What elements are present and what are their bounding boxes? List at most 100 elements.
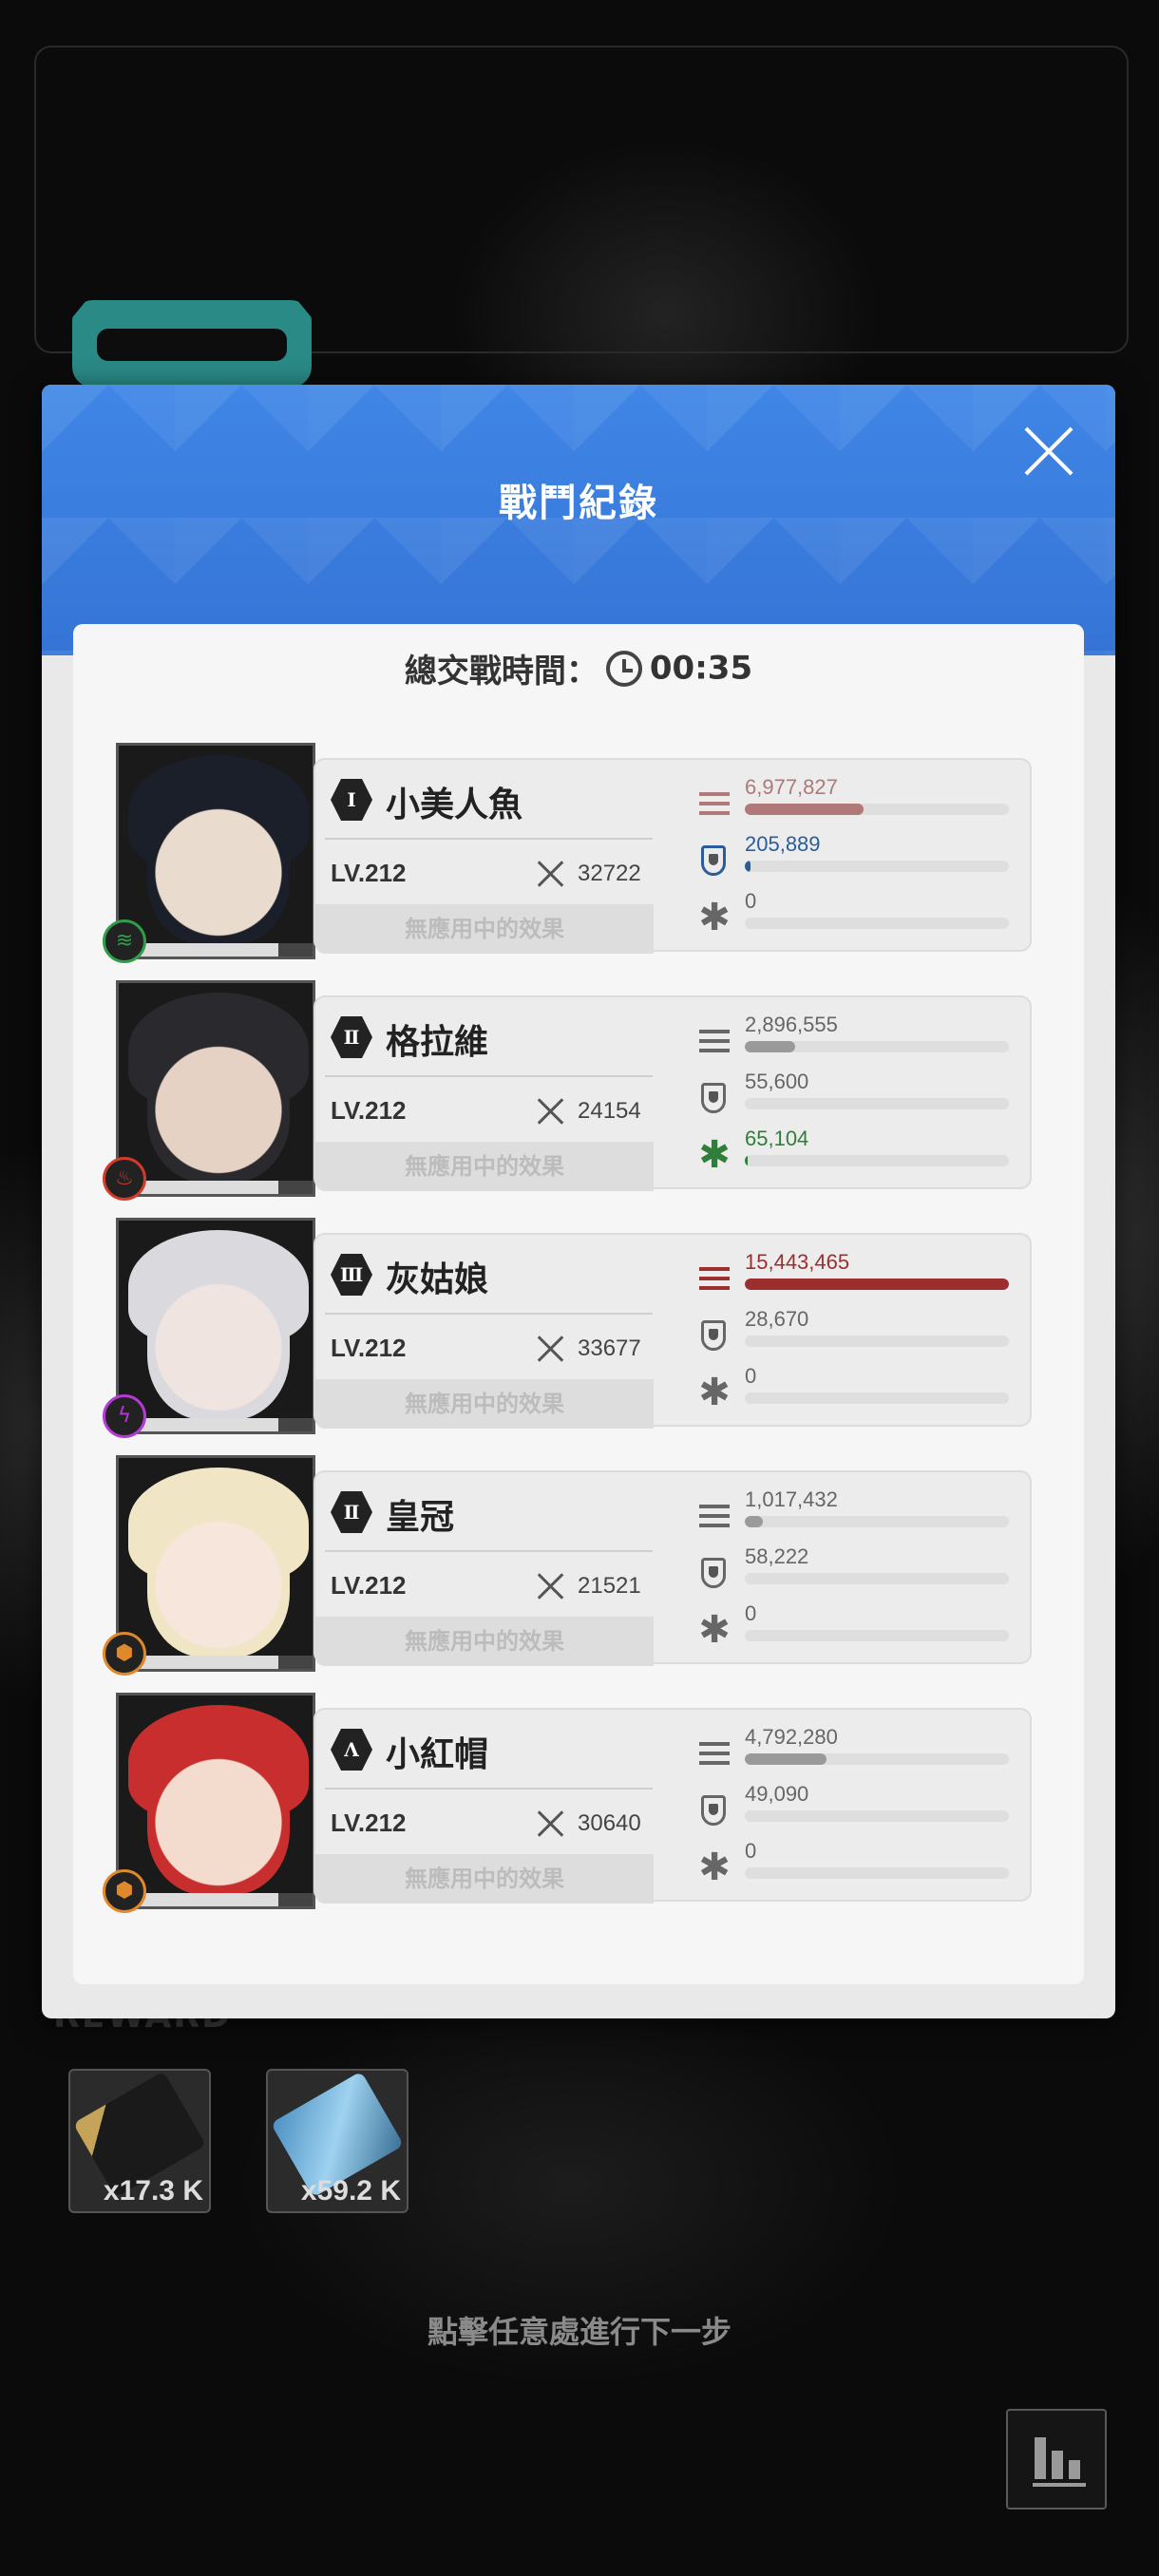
battle-time-value: 00:35 [649,649,753,688]
damage-bar-fill [745,1516,764,1527]
divider [325,1075,653,1077]
shield-value: 58,222 [745,1544,809,1568]
wind-icon: ≋ [103,919,146,963]
heal-bar [745,1155,1009,1166]
clock-icon [605,650,642,687]
statistics-button[interactable] [1006,2409,1107,2510]
shield-stat: 205,889 [695,832,1018,889]
damage-value: 15,443,465 [745,1250,850,1274]
reward-quantity: x17.3 K [103,2175,203,2207]
battle-time: 總交戰時間： 00:35 [73,645,1084,691]
divider [325,838,653,840]
portrait-face [147,1733,290,1895]
heal-value: 0 [745,1839,757,1863]
reward-item-credit[interactable]: x17.3 K [68,2069,211,2213]
character-card: Ⅰ 小美人魚 LV.212 32722 無應用中的效果 6,977,827 20… [314,758,1032,954]
effect-status: 無應用中的效果 [315,1142,654,1191]
character-row[interactable]: ϟ Ⅲ 灰姑娘 LV.212 33677 無應用中的效果 15,443,465 [103,1218,1037,1438]
damage-stat: 6,977,827 [695,775,1018,832]
character-level: LV.212 [331,1571,407,1600]
damage-value: 4,792,280 [745,1725,838,1749]
portrait-hp-bar [119,1893,313,1906]
fire-icon: ♨ [103,1157,146,1201]
battle-time-label: 總交戰時間： [404,653,598,691]
stat-list: 15,443,465 28,670 ✱ 0 [695,1250,1018,1421]
character-card: Λ 小紅帽 LV.212 30640 無應用中的效果 4,792,280 49,… [314,1708,1032,1904]
character-name: 格拉維 [386,1023,489,1062]
damage-bar [745,1041,1009,1052]
shield-value: 55,600 [745,1070,809,1093]
effect-status: 無應用中的效果 [315,1617,654,1666]
heal-stat: ✱ 0 [695,1601,1018,1658]
portrait-hp-bar [119,1418,313,1431]
damage-bar [745,1753,1009,1765]
character-row[interactable]: ⬢ Λ 小紅帽 LV.212 30640 無應用中的效果 4,792,280 4… [103,1693,1037,1913]
damage-icon [695,1738,733,1769]
damage-bar [745,1279,1009,1290]
combat-power: 30640 [578,1810,641,1836]
crossed-swords-icon [536,1809,566,1839]
divider [325,1313,653,1315]
reward-quantity: x59.2 K [300,2175,401,2207]
character-portrait[interactable] [116,743,315,959]
dialog-title: 戰鬥紀錄 [499,482,658,525]
shield-stat: 58,222 [695,1544,1018,1601]
shield-icon [695,845,733,876]
stat-list: 2,896,555 55,600 ✱ 65,104 [695,1013,1018,1184]
portrait-face [147,1021,290,1183]
heal-value: 65,104 [745,1127,809,1150]
shield-bar [745,1098,1009,1109]
shield-bar [745,1335,1009,1347]
stat-list: 6,977,827 205,889 ✱ 0 [695,775,1018,946]
combat-power: 32722 [578,861,641,886]
character-level: LV.212 [331,1334,407,1362]
close-button[interactable] [1020,423,1077,480]
damage-icon [695,1026,733,1056]
shield-value: 205,889 [745,832,821,856]
character-row[interactable]: ≋ Ⅰ 小美人魚 LV.212 32722 無應用中的效果 6,977,827 [103,743,1037,963]
character-name: 小美人魚 [386,786,523,824]
shield-stat: 28,670 [695,1307,1018,1364]
portrait-face [147,1259,290,1420]
shield-bar [745,861,1009,872]
heal-stat: ✱ 0 [695,1364,1018,1421]
rank-badge: Λ [331,1729,372,1771]
bar-chart-icon [1035,2437,1046,2479]
character-row[interactable]: ⬢ Ⅱ 皇冠 LV.212 21521 無應用中的效果 1,017,432 58… [103,1455,1037,1676]
heal-bar [745,1630,1009,1641]
rank-badge: Ⅱ [331,1016,372,1058]
heal-value: 0 [745,889,757,913]
damage-icon [695,788,733,819]
character-name: 小紅帽 [386,1735,489,1774]
heal-stat: ✱ 65,104 [695,1127,1018,1184]
heal-icon: ✱ [698,896,731,939]
character-level: LV.212 [331,859,407,887]
damage-bar [745,1516,1009,1527]
damage-bar-fill [745,1279,1009,1290]
damage-stat: 2,896,555 [695,1013,1018,1070]
crossed-swords-icon [536,1096,566,1127]
damage-stat: 1,017,432 [695,1487,1018,1544]
continue-hint[interactable]: 點擊任意處進行下一步 [0,2308,1159,2352]
reward-item-core-dust[interactable]: x59.2 K [266,2069,408,2213]
character-row[interactable]: ♨ Ⅱ 格拉維 LV.212 24154 無應用中的效果 2,896,555 5… [103,980,1037,1201]
shield-value: 28,670 [745,1307,809,1331]
damage-icon [695,1501,733,1531]
crossed-swords-icon [536,1571,566,1601]
rank-badge: Ⅲ [331,1254,372,1296]
character-portrait[interactable] [116,1693,315,1909]
character-portrait[interactable] [116,980,315,1197]
shield-bar [745,1810,1009,1822]
heal-value: 0 [745,1364,757,1388]
damage-bar-fill [745,1041,795,1052]
heal-icon: ✱ [698,1133,731,1177]
shield-bar [745,1573,1009,1584]
character-name: 灰姑娘 [386,1260,489,1299]
shield-icon [695,1795,733,1826]
record-panel: 總交戰時間： 00:35 ≋ Ⅰ 小美人魚 LV.212 32722 無應用中的效… [73,624,1084,1984]
shield-stat: 55,600 [695,1070,1018,1127]
rank-badge: Ⅱ [331,1491,372,1533]
character-portrait[interactable] [116,1455,315,1672]
character-portrait[interactable] [116,1218,315,1434]
heal-bar [745,1867,1009,1879]
